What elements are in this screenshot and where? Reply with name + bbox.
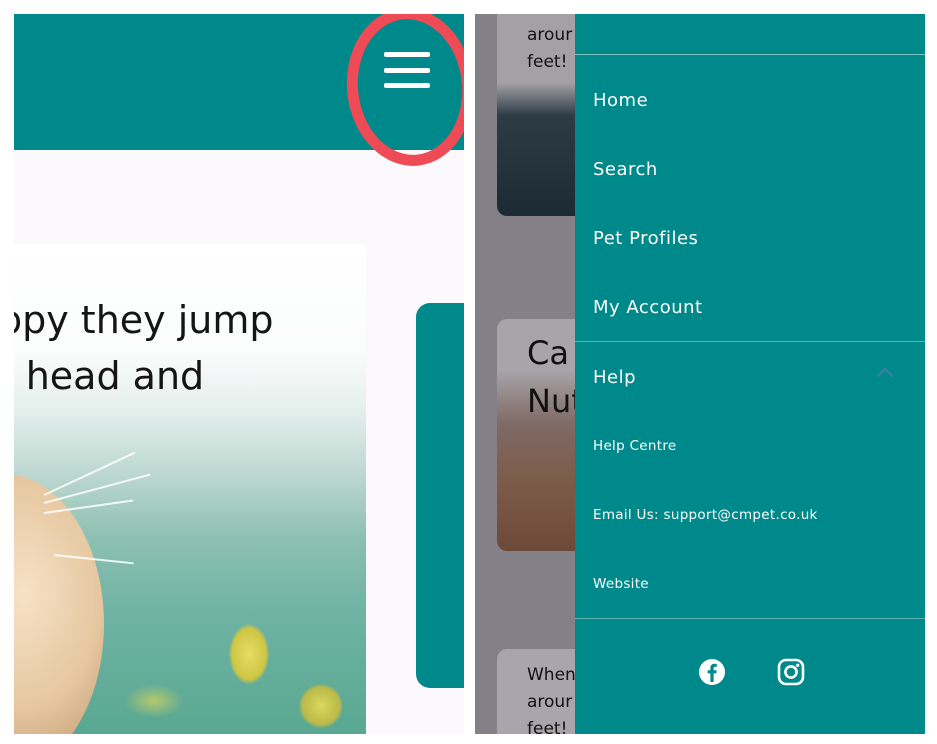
hamburger-bar xyxy=(384,83,430,88)
navigation-drawer: Home Search Pet Profiles My Account Help… xyxy=(575,14,925,734)
instagram-icon[interactable] xyxy=(776,657,806,687)
menu-item-home[interactable]: Home xyxy=(593,90,648,111)
whisker xyxy=(43,473,151,504)
hero-image: ppy they jump r head and xyxy=(14,244,366,734)
left-screenshot: ppy they jump r head and xyxy=(14,14,464,734)
background-card-text: When arour feet! xyxy=(527,665,576,734)
drawer-divider xyxy=(575,54,925,55)
menu-item-pet-profiles[interactable]: Pet Profiles xyxy=(593,228,698,249)
submenu-website[interactable]: Website xyxy=(593,576,649,592)
flower xyxy=(124,684,184,718)
menu-item-my-account[interactable]: My Account xyxy=(593,297,703,318)
submenu-email-us[interactable]: Email Us: support@cmpet.co.uk xyxy=(593,507,818,523)
chevron-up-icon[interactable] xyxy=(876,367,894,385)
menu-item-help[interactable]: Help xyxy=(593,367,636,388)
hamburger-menu-icon[interactable] xyxy=(384,52,430,88)
cat-fur xyxy=(14,474,104,734)
hamburger-bar xyxy=(384,67,430,73)
menu-divider xyxy=(575,618,925,619)
flower xyxy=(299,684,343,728)
hamburger-bar xyxy=(384,52,430,57)
background-card-text: arour feet! xyxy=(527,25,573,72)
teal-side-card[interactable] xyxy=(416,303,464,688)
facebook-icon[interactable] xyxy=(697,657,727,687)
menu-divider xyxy=(575,341,925,342)
menu-item-search[interactable]: Search xyxy=(593,159,658,180)
flower xyxy=(229,624,269,684)
right-screenshot: arour feet! Ca Nut When arour feet! Home… xyxy=(475,14,925,734)
hero-text: ppy they jump r head and xyxy=(14,298,274,398)
submenu-help-centre[interactable]: Help Centre xyxy=(593,438,677,454)
site-header xyxy=(14,14,464,150)
